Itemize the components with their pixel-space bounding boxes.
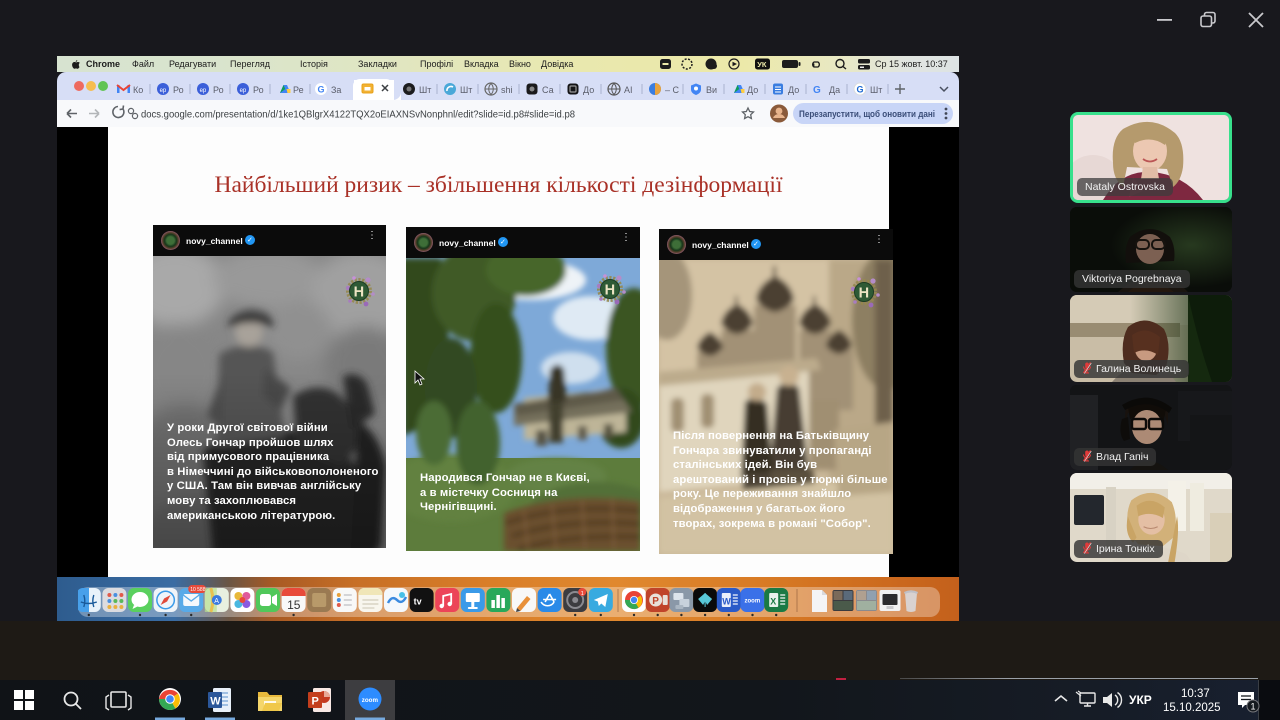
svg-text:Ви: Ви <box>706 85 717 95</box>
svg-text:shi: shi <box>501 85 513 95</box>
svg-text:УКР: УКР <box>1129 693 1152 707</box>
svg-text:За: За <box>331 85 341 95</box>
svg-text:АІ: АІ <box>624 85 633 95</box>
svg-text:H: H <box>354 285 364 301</box>
svg-text:Шт: Шт <box>870 85 882 95</box>
svg-text:A: A <box>214 598 219 605</box>
svg-text:Са: Са <box>542 85 554 95</box>
svg-text:Ро: Ро <box>173 85 184 95</box>
svg-text:W: W <box>722 597 731 607</box>
svg-text:P: P <box>312 696 319 708</box>
svg-text:G: G <box>813 85 821 96</box>
svg-text:До: До <box>788 85 799 95</box>
svg-text:Шт: Шт <box>460 85 472 95</box>
svg-text:До: До <box>747 85 758 95</box>
svg-text:P: P <box>652 596 659 607</box>
svg-text:– С: – С <box>665 85 680 95</box>
svg-text:Перезапустити, щоб оновити дан: Перезапустити, щоб оновити дані <box>799 109 935 120</box>
svg-text:Ре: Ре <box>293 85 304 95</box>
svg-text:X: X <box>770 597 776 607</box>
svg-text:zoom: zoom <box>362 697 379 704</box>
svg-text:Ро: Ро <box>213 85 224 95</box>
svg-text:15.10.2025: 15.10.2025 <box>1163 702 1221 714</box>
svg-text:10:37: 10:37 <box>1181 688 1210 700</box>
svg-text:G: G <box>318 85 325 95</box>
svg-text:ер: ер <box>200 88 207 94</box>
svg-text:zoom: zoom <box>745 599 761 605</box>
svg-text:УК: УК <box>757 60 767 69</box>
svg-text:ер: ер <box>160 88 167 94</box>
svg-text:10 588: 10 588 <box>190 587 206 593</box>
svg-text:docs.google.com/presentation/d: docs.google.com/presentation/d/1ke1QBlgr… <box>141 109 575 121</box>
svg-text:Шт: Шт <box>419 85 431 95</box>
svg-text:1: 1 <box>581 591 584 597</box>
svg-text:Да: Да <box>829 85 840 95</box>
svg-text:1: 1 <box>1251 702 1256 712</box>
svg-text:tv: tv <box>414 597 422 607</box>
svg-text:G: G <box>857 85 864 95</box>
svg-text:ер: ер <box>240 88 247 94</box>
svg-text:Ро: Ро <box>253 85 264 95</box>
svg-text:До: До <box>583 85 594 95</box>
svg-text:W: W <box>210 696 221 708</box>
svg-text:15: 15 <box>287 598 301 612</box>
svg-text:Ко: Ко <box>133 85 143 95</box>
